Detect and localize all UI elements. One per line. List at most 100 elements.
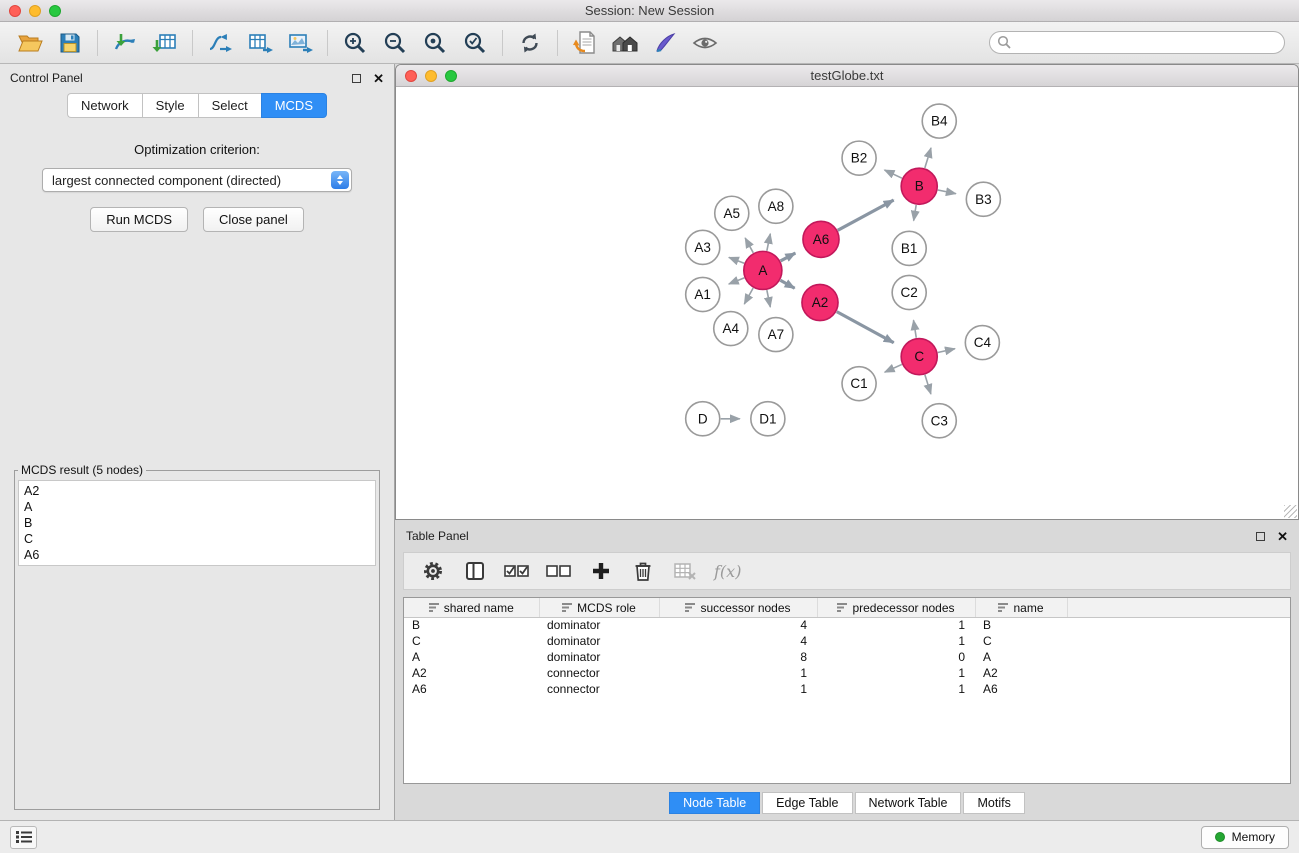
close-panel-icon[interactable]: ✕ xyxy=(373,72,384,85)
table-cell[interactable]: 8 xyxy=(659,649,817,665)
graph-edge-A-A3[interactable] xyxy=(729,257,744,263)
zoom-fit-button[interactable] xyxy=(415,26,455,60)
graph-edge-B-B1[interactable] xyxy=(914,205,917,221)
tab-mcds[interactable]: MCDS xyxy=(261,93,327,118)
tab-network[interactable]: Network xyxy=(67,93,142,118)
table-cell[interactable]: dominator xyxy=(539,649,659,665)
graph-node-C[interactable]: C xyxy=(901,339,937,375)
graph-edge-B-B4[interactable] xyxy=(925,148,931,168)
table-cell[interactable]: connector xyxy=(539,681,659,697)
refresh-button[interactable] xyxy=(510,26,550,60)
mcds-result-item[interactable]: C xyxy=(24,531,370,547)
table-cell[interactable]: C xyxy=(404,633,539,649)
annotation-brush-button[interactable] xyxy=(645,26,685,60)
node-table[interactable]: shared nameMCDS rolesuccessor nodesprede… xyxy=(403,597,1291,784)
close-panel-button[interactable]: Close panel xyxy=(203,207,304,232)
column-header-predecessor-nodes[interactable]: predecessor nodes xyxy=(817,598,975,617)
graph-node-B4[interactable]: B4 xyxy=(922,104,956,138)
close-network-button[interactable] xyxy=(405,70,417,82)
function-builder-button[interactable]: f(x) xyxy=(708,555,747,587)
home-button[interactable] xyxy=(605,26,645,60)
graph-edge-A-A7[interactable] xyxy=(767,290,770,307)
graph-node-A3[interactable]: A3 xyxy=(686,230,720,264)
graph-node-A[interactable]: A xyxy=(744,251,782,289)
table-cell[interactable]: A2 xyxy=(404,665,539,681)
clear-values-button[interactable] xyxy=(666,555,704,587)
tab-style[interactable]: Style xyxy=(142,93,198,118)
table-cell[interactable]: dominator xyxy=(539,633,659,649)
table-cell[interactable]: 1 xyxy=(817,665,975,681)
table-cell[interactable]: connector xyxy=(539,665,659,681)
graph-node-C3[interactable]: C3 xyxy=(922,404,956,438)
table-cell[interactable]: 1 xyxy=(659,681,817,697)
tab-edge-table[interactable]: Edge Table xyxy=(762,792,852,814)
table-cell[interactable]: 4 xyxy=(659,617,817,633)
save-session-button[interactable] xyxy=(50,26,90,60)
tab-node-table[interactable]: Node Table xyxy=(669,792,760,814)
graph-edge-C-C4[interactable] xyxy=(938,349,955,353)
document-arrow-button[interactable] xyxy=(565,26,605,60)
table-cell[interactable]: A6 xyxy=(975,681,1067,697)
graph-node-A8[interactable]: A8 xyxy=(759,189,793,223)
mcds-result-item[interactable]: A6 xyxy=(24,547,370,563)
graph-node-A6[interactable]: A6 xyxy=(803,221,839,257)
table-cell[interactable]: A xyxy=(975,649,1067,665)
graph-edge-A-A1[interactable] xyxy=(729,278,744,284)
graph-edge-A-A8[interactable] xyxy=(767,234,770,251)
fullscreen-window-button[interactable] xyxy=(49,5,61,17)
mcds-result-item[interactable]: A xyxy=(24,499,370,515)
graph-node-C2[interactable]: C2 xyxy=(892,275,926,309)
apply-layout-button[interactable] xyxy=(200,26,240,60)
zoom-network-button[interactable] xyxy=(445,70,457,82)
import-network-button[interactable] xyxy=(105,26,145,60)
table-cell[interactable]: B xyxy=(975,617,1067,633)
graph-edge-A-A4[interactable] xyxy=(744,288,753,304)
table-settings-button[interactable] xyxy=(414,555,452,587)
table-row[interactable]: A6connector11A6 xyxy=(404,681,1290,697)
graph-node-D[interactable]: D xyxy=(686,402,720,436)
table-cell[interactable]: 1 xyxy=(817,617,975,633)
export-image-button[interactable] xyxy=(280,26,320,60)
zoom-in-button[interactable] xyxy=(335,26,375,60)
graph-node-B[interactable]: B xyxy=(901,168,937,204)
resize-handle[interactable] xyxy=(1284,505,1297,518)
table-cell[interactable]: B xyxy=(404,617,539,633)
run-mcds-button[interactable]: Run MCDS xyxy=(90,207,188,232)
search-input[interactable] xyxy=(989,31,1285,54)
graph-node-A4[interactable]: A4 xyxy=(714,312,748,346)
graph-edge-C-C3[interactable] xyxy=(925,375,931,394)
table-cell[interactable]: 0 xyxy=(817,649,975,665)
table-cell[interactable]: 4 xyxy=(659,633,817,649)
table-row[interactable]: A2connector11A2 xyxy=(404,665,1290,681)
graph-node-B2[interactable]: B2 xyxy=(842,141,876,175)
delete-column-button[interactable] xyxy=(624,555,662,587)
task-history-button[interactable] xyxy=(10,826,37,849)
mcds-result-item[interactable]: B xyxy=(24,515,370,531)
table-cell[interactable]: 1 xyxy=(817,633,975,649)
minimize-network-button[interactable] xyxy=(425,70,437,82)
graph-node-C1[interactable]: C1 xyxy=(842,367,876,401)
column-header-MCDS-role[interactable]: MCDS role xyxy=(539,598,659,617)
show-columns-button[interactable] xyxy=(456,555,494,587)
graph-edge-A-A5[interactable] xyxy=(745,238,753,253)
graph-node-B1[interactable]: B1 xyxy=(892,231,926,265)
memory-button[interactable]: Memory xyxy=(1201,826,1289,849)
graph-edge-B-B3[interactable] xyxy=(938,190,956,194)
export-table-button[interactable] xyxy=(240,26,280,60)
float-panel-icon[interactable] xyxy=(352,74,361,83)
column-header-shared-name[interactable]: shared name xyxy=(404,598,539,617)
float-table-panel-icon[interactable] xyxy=(1256,532,1265,541)
graph-edge-C-C1[interactable] xyxy=(885,364,902,372)
table-row[interactable]: Cdominator41C xyxy=(404,633,1290,649)
graph-node-D1[interactable]: D1 xyxy=(751,402,785,436)
column-header-successor-nodes[interactable]: successor nodes xyxy=(659,598,817,617)
graph-node-B3[interactable]: B3 xyxy=(966,182,1000,216)
graph-edge-A2-C[interactable] xyxy=(837,312,894,343)
graph-node-A7[interactable]: A7 xyxy=(759,318,793,352)
close-window-button[interactable] xyxy=(9,5,21,17)
network-canvas[interactable]: B4B2BB3A5A8A6B1A3AC2A1A2A4A7C4CC1C3DD1 xyxy=(396,87,1298,519)
table-cell[interactable]: 1 xyxy=(817,681,975,697)
select-all-button[interactable] xyxy=(498,555,536,587)
graph-edge-A-A2[interactable] xyxy=(780,280,794,288)
table-cell[interactable]: A xyxy=(404,649,539,665)
